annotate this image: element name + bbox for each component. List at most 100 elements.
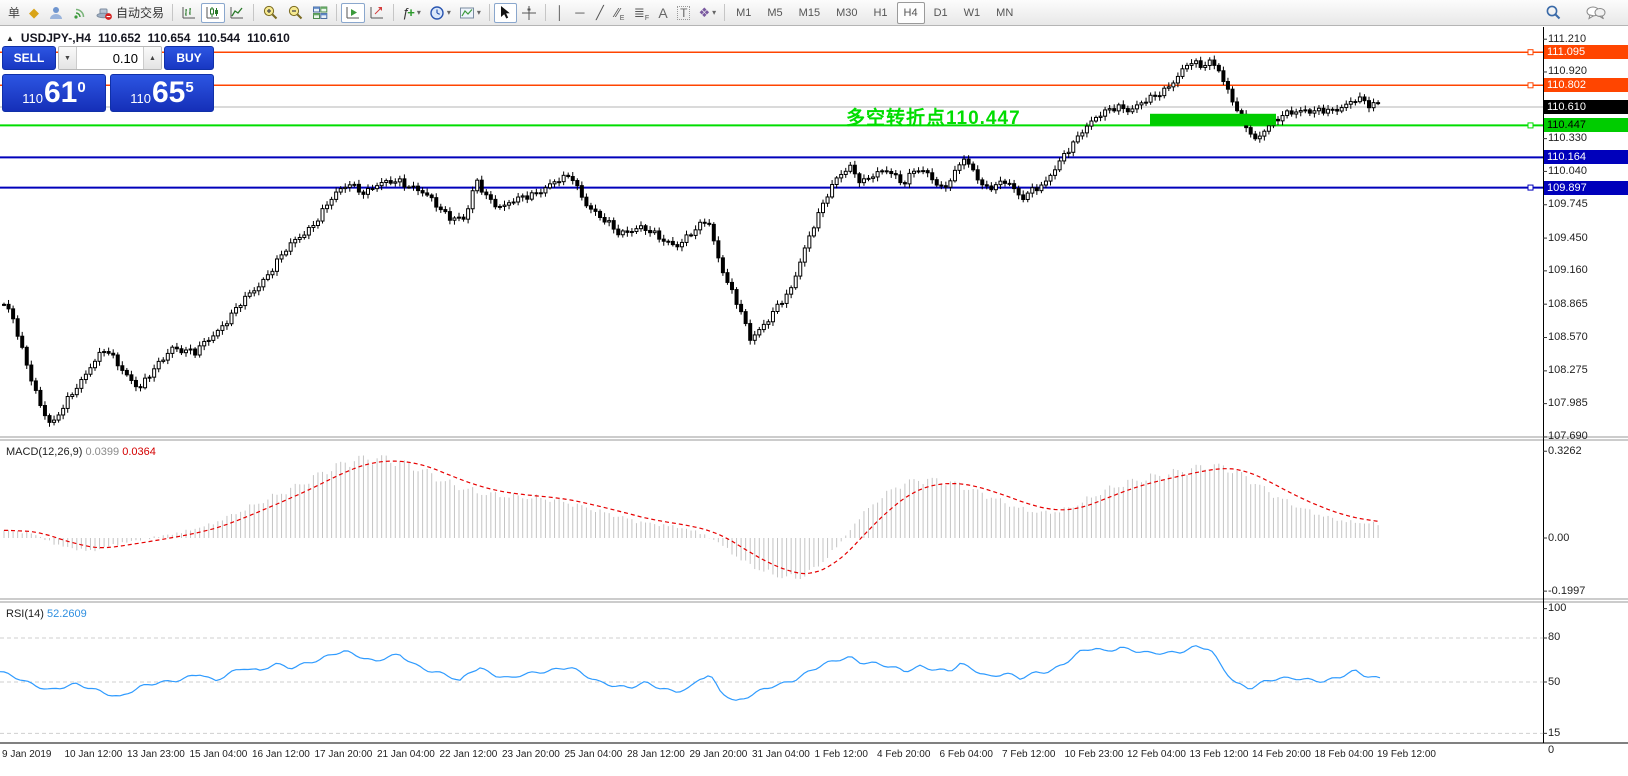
time-tick: 4 Feb 20:00: [877, 749, 930, 760]
community-icon[interactable]: [44, 3, 68, 23]
line-chart-mode-icon[interactable]: [225, 3, 249, 23]
price-badge: 109.897: [1544, 181, 1628, 195]
buy-price-main: 65: [152, 78, 185, 108]
volume-input[interactable]: [77, 47, 143, 69]
chart-header: ▲ USDJPY-,H4 110.652 110.654 110.544 110…: [6, 31, 290, 45]
rsi-scale-tick: 15: [1548, 727, 1560, 740]
timeframe-mn[interactable]: MN: [989, 2, 1020, 24]
price-tick: 108.865: [1548, 298, 1588, 311]
time-tick: 13 Feb 12:00: [1190, 749, 1249, 760]
chat-icon[interactable]: [1582, 3, 1610, 23]
chart-shift-icon[interactable]: [365, 3, 389, 23]
price-tick: 110.040: [1548, 165, 1587, 178]
separator: [393, 4, 394, 21]
sell-price-pip: 0: [77, 79, 85, 96]
macd-signal-value: 0.0364: [122, 446, 156, 458]
horizontal-line-tool-icon[interactable]: ─: [570, 3, 590, 23]
channel-tool-icon[interactable]: ∕∕E: [610, 3, 630, 23]
vertical-line-tool-icon[interactable]: │: [550, 3, 570, 23]
separator: [489, 4, 490, 21]
time-tick: 29 Jan 20:00: [690, 749, 748, 760]
rsi-scale-tick: 100: [1548, 602, 1566, 615]
indicators-button[interactable]: ƒ + ▾: [398, 3, 425, 23]
timeframe-m1[interactable]: M1: [729, 2, 758, 24]
symbol-period-label: USDJPY-,H4: [21, 31, 91, 45]
buy-button[interactable]: BUY: [164, 46, 214, 70]
fibonacci-tool-icon[interactable]: ≣F: [630, 3, 653, 23]
timeframe-h1[interactable]: H1: [866, 2, 894, 24]
time-tick: 12 Feb 04:00: [1127, 749, 1186, 760]
sell-price-main: 61: [44, 78, 77, 108]
volume-control: ▼ ▲: [58, 46, 162, 70]
price-badge: 110.447: [1544, 118, 1628, 132]
price-tick: 110.920: [1548, 65, 1587, 78]
autotrading-label: 自动交易: [116, 4, 164, 21]
timeframe-m30[interactable]: M30: [829, 2, 864, 24]
time-tick: 7 Feb 12:00: [1002, 749, 1055, 760]
candlestick-mode-icon[interactable]: [201, 3, 225, 23]
time-tick: 19 Feb 12:00: [1377, 749, 1436, 760]
text-tool-icon[interactable]: A: [653, 3, 673, 23]
gold-icon[interactable]: ◆: [24, 3, 44, 23]
time-tick: 14 Feb 20:00: [1252, 749, 1311, 760]
price-tick: 107.690: [1548, 430, 1588, 443]
time-tick: 13 Jan 23:00: [127, 749, 185, 760]
tile-windows-icon[interactable]: [308, 3, 332, 23]
text-label-tool-icon[interactable]: T: [673, 3, 694, 23]
separator: [172, 4, 173, 21]
volume-decrease-button[interactable]: ▼: [59, 47, 77, 69]
time-tick: 10 Feb 23:00: [1065, 749, 1124, 760]
macd-indicator-label: MACD(12,26,9) 0.0399 0.0364: [6, 446, 156, 458]
time-tick: 18 Feb 04:00: [1315, 749, 1374, 760]
zoom-in-icon[interactable]: [258, 3, 283, 23]
autotrading-hat-icon: [96, 5, 113, 21]
collapse-panel-arrow-icon[interactable]: ▲: [6, 34, 14, 43]
separator: [336, 4, 337, 21]
time-tick: 31 Jan 04:00: [752, 749, 810, 760]
separator: [545, 4, 546, 21]
bar-chart-mode-icon[interactable]: [177, 3, 201, 23]
crosshair-tool-icon[interactable]: [517, 3, 541, 23]
time-tick: 17 Jan 20:00: [315, 749, 373, 760]
timeframe-w1[interactable]: W1: [957, 2, 988, 24]
auto-scroll-icon[interactable]: [341, 3, 365, 23]
dropdown-arrow-icon: ▾: [417, 8, 421, 17]
timeframe-d1[interactable]: D1: [927, 2, 955, 24]
timeframe-h4[interactable]: H4: [897, 2, 925, 24]
trendline-tool-icon[interactable]: ╱: [590, 3, 610, 23]
toolbar: 单 ◆ 自动交易: [0, 0, 1628, 26]
chart-canvas[interactable]: [0, 27, 1628, 776]
price-badge: 111.095: [1544, 45, 1628, 59]
ohlc-open: 110.652: [98, 31, 141, 45]
search-icon[interactable]: [1541, 3, 1566, 23]
macd-scale-tick: 0.3262: [1548, 445, 1582, 458]
timeframe-m15[interactable]: M15: [792, 2, 827, 24]
shapes-tool-button[interactable]: ❖▾: [694, 3, 720, 23]
sell-price-box[interactable]: 110610: [2, 74, 106, 112]
time-tick: 6 Feb 04:00: [940, 749, 993, 760]
periods-button[interactable]: ▾: [425, 3, 455, 23]
sell-button[interactable]: SELL: [2, 46, 56, 70]
volume-increase-button[interactable]: ▲: [143, 47, 161, 69]
price-tick: 111.210: [1548, 33, 1586, 46]
autotrading-button[interactable]: 自动交易: [92, 3, 168, 23]
templates-button[interactable]: ▾: [455, 3, 485, 23]
time-tick: 23 Jan 20:00: [502, 749, 560, 760]
cursor-tool-icon[interactable]: [494, 3, 517, 23]
ohlc-low: 110.544: [197, 31, 240, 45]
shapes-icon: ❖: [698, 6, 710, 19]
sell-price-prefix: 110: [22, 91, 43, 106]
time-tick: 9 Jan 2019: [2, 749, 52, 760]
signals-icon[interactable]: [68, 3, 92, 23]
new-order-button[interactable]: 单: [4, 3, 24, 23]
buy-price-box[interactable]: 110655: [110, 74, 214, 112]
time-tick: 1 Feb 12:00: [815, 749, 868, 760]
zoom-out-icon[interactable]: [283, 3, 308, 23]
price-tick: 108.275: [1548, 364, 1588, 377]
rsi-scale-tick: 50: [1548, 676, 1560, 689]
timeframe-m5[interactable]: M5: [760, 2, 789, 24]
time-tick: 25 Jan 04:00: [565, 749, 623, 760]
price-badge: 110.164: [1544, 150, 1628, 164]
time-tick: 10 Jan 12:00: [65, 749, 123, 760]
separator: [253, 4, 254, 21]
